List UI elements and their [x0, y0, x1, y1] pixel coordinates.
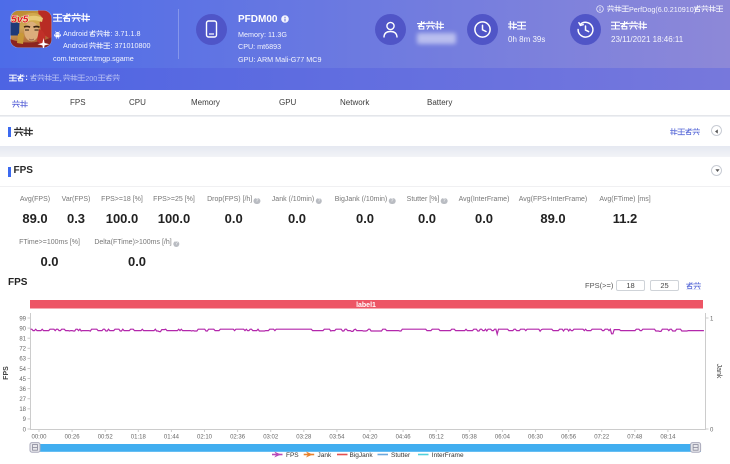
svg-text:90: 90 — [19, 326, 26, 332]
svg-text:72: 72 — [19, 347, 26, 353]
svg-text:04:46: 04:46 — [396, 435, 412, 441]
svg-text:18: 18 — [19, 407, 26, 413]
svg-text:03:28: 03:28 — [296, 435, 312, 441]
svg-text:1: 1 — [710, 316, 714, 322]
svg-text:FPS: FPS — [3, 366, 10, 380]
svg-text:FPS: FPS — [286, 452, 299, 459]
svg-text:02:36: 02:36 — [230, 435, 246, 441]
svg-text:BigJank: BigJank — [350, 452, 374, 459]
svg-text:label1: label1 — [356, 302, 376, 309]
svg-text:03:02: 03:02 — [263, 435, 279, 441]
svg-text:9: 9 — [23, 417, 27, 423]
svg-text:05:12: 05:12 — [429, 435, 445, 441]
svg-text:63: 63 — [19, 357, 26, 363]
svg-text:06:04: 06:04 — [495, 435, 511, 441]
svg-text:45: 45 — [19, 377, 26, 383]
svg-text:00:52: 00:52 — [98, 435, 114, 441]
svg-text:02:10: 02:10 — [197, 435, 213, 441]
svg-text:05:38: 05:38 — [462, 435, 478, 441]
svg-text:81: 81 — [19, 337, 26, 343]
svg-text:00:00: 00:00 — [31, 435, 47, 441]
svg-text:InterFrame: InterFrame — [432, 452, 464, 459]
svg-text:07:48: 07:48 — [627, 435, 643, 441]
svg-text:06:56: 06:56 — [561, 435, 577, 441]
svg-text:54: 54 — [19, 367, 26, 373]
svg-text:Jank: Jank — [715, 364, 722, 379]
svg-text:06:30: 06:30 — [528, 435, 544, 441]
svg-text:04:20: 04:20 — [362, 435, 378, 441]
svg-text:27: 27 — [19, 397, 26, 403]
svg-text:36: 36 — [19, 387, 26, 393]
svg-text:Stutter: Stutter — [391, 452, 411, 459]
svg-text:03:54: 03:54 — [329, 435, 345, 441]
svg-text:00:26: 00:26 — [65, 435, 81, 441]
svg-text:0: 0 — [710, 427, 714, 433]
svg-text:0: 0 — [23, 427, 27, 433]
svg-text:07:22: 07:22 — [594, 435, 610, 441]
svg-text:Jank: Jank — [318, 452, 332, 459]
svg-text:01:44: 01:44 — [164, 435, 180, 441]
svg-text:08:14: 08:14 — [660, 435, 676, 441]
svg-text:99: 99 — [19, 316, 26, 322]
svg-text:01:18: 01:18 — [131, 435, 147, 441]
